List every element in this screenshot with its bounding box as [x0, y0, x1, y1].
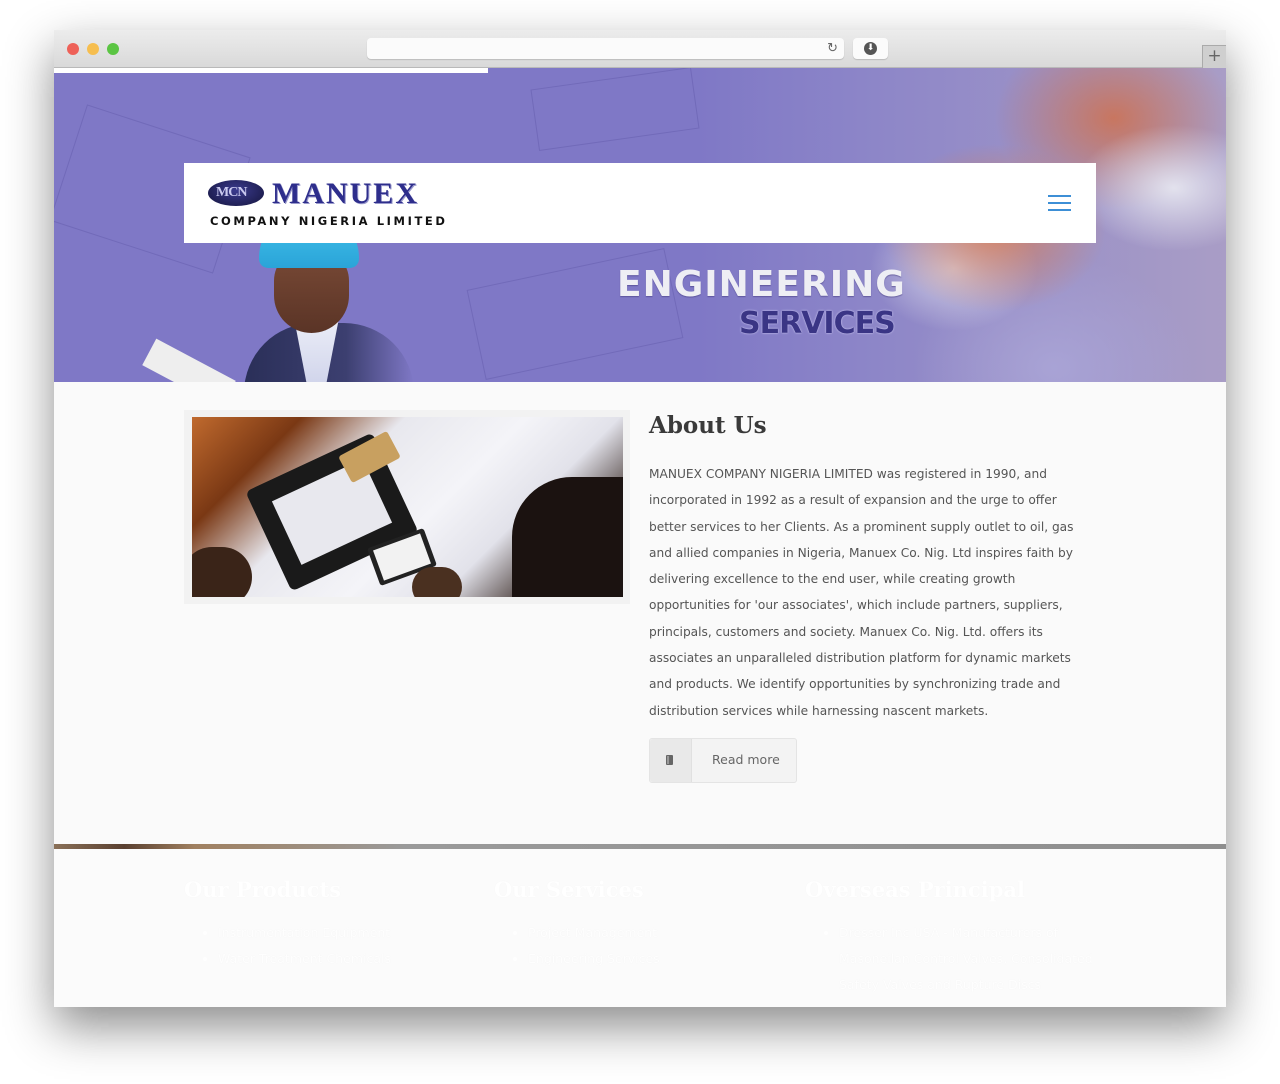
read-more-label: Read more	[712, 752, 780, 767]
zoom-window-button[interactable]	[107, 43, 119, 55]
list-item[interactable]: Dresser Inc USA - Manufacturers of Mason…	[839, 920, 1105, 998]
footer-principal-title: Overseas Principal	[805, 877, 1025, 902]
person-silhouette	[412, 567, 462, 597]
reload-icon[interactable]: ↻	[827, 40, 838, 57]
logo-subtitle: COMPANY NIGERIA LIMITED	[210, 214, 448, 228]
blueprint-decoration	[530, 68, 700, 151]
browser-window: ↻ ⬇ + MCN MANUEX COMPANY NIGERIA LIMITED	[54, 30, 1226, 1007]
footer-column-products: Our Products Instrumentation Equipment W…	[184, 877, 484, 972]
logo-emblem: MCN	[208, 180, 264, 206]
person-silhouette	[512, 477, 623, 597]
footer-products-list: Instrumentation Equipment Water Treatmen…	[184, 920, 484, 972]
close-window-button[interactable]	[67, 43, 79, 55]
hero-slogan-line2: SERVICES	[739, 306, 896, 341]
person-silhouette	[192, 547, 252, 597]
about-image-frame	[184, 410, 630, 604]
site-header: MCN MANUEX COMPANY NIGERIA LIMITED	[184, 163, 1096, 243]
meeting-photo	[192, 417, 623, 597]
company-logo[interactable]: MCN MANUEX COMPANY NIGERIA LIMITED	[206, 178, 456, 230]
hamburger-menu-icon[interactable]	[1048, 195, 1071, 211]
browser-toolbar: ↻ ⬇ +	[54, 30, 1226, 68]
list-item[interactable]: Engineering Services	[528, 946, 794, 972]
list-item[interactable]: Instrumentation Equipment	[218, 920, 484, 946]
about-heading: About Us	[649, 412, 767, 439]
footer-services-title: Our Services	[494, 877, 644, 902]
list-item[interactable]: Project Management	[528, 920, 794, 946]
footer-link[interactable]: Project Management	[528, 925, 657, 940]
footer-column-principal: Overseas Principal Dresser Inc USA - Man…	[805, 877, 1105, 998]
download-icon: ⬇	[864, 42, 877, 55]
footer-link[interactable]: Engineering Services	[528, 951, 660, 966]
footer-link[interactable]: Water Treatment Chemicals	[218, 951, 391, 966]
list-item[interactable]: Water Treatment Chemicals	[218, 946, 484, 972]
blueprint-roll	[142, 338, 236, 382]
footer-products-title: Our Products	[184, 877, 342, 902]
hero-banner: MCN MANUEX COMPANY NIGERIA LIMITED ENGIN…	[54, 68, 1226, 382]
footer-principal-list: Dresser Inc USA - Manufacturers of Mason…	[805, 920, 1105, 998]
footer-link[interactable]: Instrumentation Equipment	[218, 925, 390, 940]
about-section: About Us MANUEX COMPANY NIGERIA LIMITED …	[54, 382, 1226, 844]
hero-slogan-line1: ENGINEERING	[617, 264, 906, 305]
about-paragraph: MANUEX COMPANY NIGERIA LIMITED was regis…	[649, 467, 1074, 718]
footer-link[interactable]: Dresser Inc USA - Manufacturers of Mason…	[839, 925, 1093, 992]
address-bar[interactable]: ↻	[367, 38, 844, 59]
new-tab-button[interactable]: +	[1202, 45, 1226, 68]
footer-services-list: Project Management Engineering Services	[494, 920, 794, 972]
book-icon	[650, 739, 692, 782]
read-more-button[interactable]: Read more	[649, 738, 797, 783]
footer-column-services: Our Services Project Management Engineer…	[494, 877, 794, 972]
page-load-progress-bar	[54, 68, 488, 73]
footer: Our Products Instrumentation Equipment W…	[54, 849, 1226, 1007]
logo-wordmark: MANUEX	[272, 177, 419, 210]
downloads-button[interactable]: ⬇	[853, 38, 888, 59]
minimize-window-button[interactable]	[87, 43, 99, 55]
